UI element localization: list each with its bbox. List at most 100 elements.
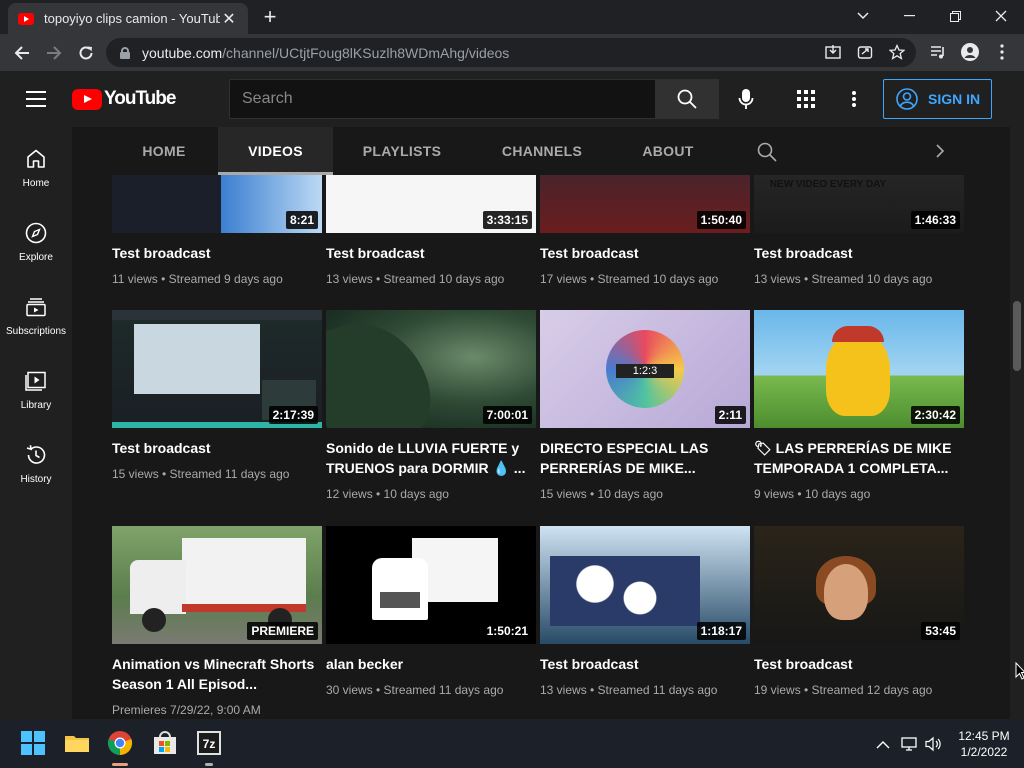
video-card[interactable]: 1:50:21 alan becker 30 views • Streamed … bbox=[326, 526, 536, 698]
video-thumbnail[interactable]: 3:33:15 bbox=[326, 175, 536, 233]
chrome-icon[interactable] bbox=[107, 730, 133, 756]
video-card[interactable]: 2:17:39 Test broadcast 15 views • Stream… bbox=[112, 310, 322, 482]
guide-label-explore: Explore bbox=[19, 252, 53, 263]
windows-start-icon[interactable] bbox=[20, 730, 46, 756]
chevron-right-icon[interactable] bbox=[930, 141, 950, 161]
browser-toolbar: youtube.com/channel/UCtjtFoug8lKSuzlh8WD… bbox=[0, 34, 1024, 71]
tab-videos[interactable]: VIDEOS bbox=[218, 127, 333, 175]
video-thumbnail[interactable]: 53:45 bbox=[754, 526, 964, 644]
new-tab-button[interactable]: + bbox=[258, 4, 282, 30]
video-title[interactable]: Test broadcast bbox=[754, 654, 964, 674]
video-thumbnail[interactable]: 2:30:42 bbox=[754, 310, 964, 428]
7zip-icon[interactable]: 7z bbox=[196, 730, 222, 756]
browser-menu-icon[interactable] bbox=[992, 42, 1012, 62]
forward-button[interactable] bbox=[40, 39, 68, 67]
install-app-icon[interactable] bbox=[823, 42, 843, 62]
guide-item-explore[interactable]: Explore bbox=[0, 205, 72, 279]
video-title[interactable]: Test broadcast bbox=[540, 654, 750, 674]
search-button[interactable] bbox=[655, 79, 719, 119]
video-title[interactable]: alan becker bbox=[326, 654, 536, 674]
share-icon[interactable] bbox=[855, 42, 875, 62]
bookmark-star-icon[interactable] bbox=[887, 42, 907, 62]
video-thumbnail[interactable]: 1:2:3 2:11 bbox=[540, 310, 750, 428]
video-thumbnail[interactable]: 1:18:17 bbox=[540, 526, 750, 644]
guide-item-subscriptions[interactable]: Subscriptions bbox=[0, 279, 72, 353]
guide-item-home[interactable]: Home bbox=[0, 131, 72, 205]
youtube-logo[interactable]: YouTube bbox=[72, 88, 176, 110]
settings-more-icon[interactable] bbox=[844, 89, 864, 109]
video-title[interactable]: Test broadcast bbox=[112, 243, 322, 263]
search-placeholder: Search bbox=[242, 90, 293, 107]
voice-search-button[interactable] bbox=[732, 85, 760, 113]
network-icon[interactable] bbox=[900, 735, 918, 753]
minimize-button[interactable] bbox=[886, 0, 932, 32]
microsoft-store-icon[interactable] bbox=[152, 730, 178, 756]
video-title[interactable]: DIRECTO ESPECIAL LAS PERRERÍAS DE MIKE..… bbox=[540, 438, 750, 478]
back-button[interactable] bbox=[8, 39, 36, 67]
restore-button[interactable] bbox=[932, 0, 978, 32]
tab-playlists[interactable]: PLAYLISTS bbox=[342, 127, 462, 175]
search-input[interactable]: Search bbox=[229, 79, 656, 119]
browser-tab-active[interactable]: topoyiyo clips camion - YouTube ✕ bbox=[8, 3, 248, 34]
7zip-running-indicator bbox=[205, 763, 213, 766]
video-thumbnail[interactable]: NEW VIDEO EVERY DAY 1:46:33 bbox=[754, 175, 964, 233]
video-card[interactable]: 7:00:01 Sonido de LLUVIA FUERTE y TRUENO… bbox=[326, 310, 536, 502]
video-title[interactable]: 🏷 LAS PERRERÍAS DE MIKE TEMPORADA 1 COMP… bbox=[754, 438, 964, 478]
tab-channels[interactable]: CHANNELS bbox=[482, 127, 602, 175]
video-thumbnail[interactable]: PREMIERE bbox=[112, 526, 322, 644]
media-control-icon[interactable] bbox=[928, 42, 948, 62]
guide-item-library[interactable]: Library bbox=[0, 353, 72, 427]
mini-guide: Home Explore Subscriptions Library Histo… bbox=[0, 127, 72, 719]
file-explorer-icon[interactable] bbox=[64, 730, 90, 756]
guide-menu-icon[interactable] bbox=[26, 91, 46, 107]
video-card[interactable]: 1:2:3 2:11 DIRECTO ESPECIAL LAS PERRERÍAS… bbox=[540, 310, 750, 502]
tab-close-icon[interactable]: ✕ bbox=[220, 9, 238, 29]
video-thumbnail[interactable]: 8:21 bbox=[112, 175, 322, 233]
video-title[interactable]: Sonido de LLUVIA FUERTE y TRUENOS para D… bbox=[326, 438, 536, 478]
tab-home[interactable]: HOME bbox=[110, 127, 218, 175]
channel-search-icon[interactable] bbox=[756, 141, 778, 163]
video-thumbnail[interactable]: 7:00:01 bbox=[326, 310, 536, 428]
video-title[interactable]: Animation vs Minecraft Shorts Season 1 A… bbox=[112, 654, 322, 694]
video-title[interactable]: Test broadcast bbox=[112, 438, 322, 458]
video-card[interactable]: 53:45 Test broadcast 19 views • Streamed… bbox=[754, 526, 964, 698]
video-thumbnail[interactable]: 2:17:39 bbox=[112, 310, 322, 428]
video-meta: 17 views • Streamed 10 days ago bbox=[540, 272, 719, 286]
guide-item-history[interactable]: History bbox=[0, 427, 72, 501]
video-title[interactable]: Test broadcast bbox=[326, 243, 536, 263]
youtube-masthead: YouTube Search SIGN IN bbox=[0, 71, 1024, 127]
tab-about[interactable]: ABOUT bbox=[622, 127, 714, 175]
tray-overflow-chevron-icon[interactable] bbox=[874, 735, 892, 753]
taskbar-clock[interactable]: 12:45 PM 1/2/2022 bbox=[950, 728, 1018, 760]
video-meta: 13 views • Streamed 11 days ago bbox=[540, 683, 718, 697]
video-title[interactable]: Test broadcast bbox=[540, 243, 750, 263]
address-bar[interactable]: youtube.com/channel/UCtjtFoug8lKSuzlh8WD… bbox=[106, 38, 916, 67]
video-meta: Premieres 7/29/22, 9:00 AM bbox=[112, 703, 261, 717]
video-card[interactable]: NEW VIDEO EVERY DAY 1:46:33 Test broadcas… bbox=[754, 175, 964, 287]
video-card[interactable]: 1:18:17 Test broadcast 13 views • Stream… bbox=[540, 526, 750, 698]
subscriptions-icon bbox=[26, 298, 46, 317]
video-thumbnail[interactable]: 1:50:40 bbox=[540, 175, 750, 233]
video-card[interactable]: 1:50:40 Test broadcast 17 views • Stream… bbox=[540, 175, 750, 287]
volume-icon[interactable] bbox=[924, 735, 942, 753]
video-card[interactable]: 2:30:42 🏷 LAS PERRERÍAS DE MIKE TEMPORAD… bbox=[754, 310, 964, 502]
video-card[interactable]: 3:33:15 Test broadcast 13 views • Stream… bbox=[326, 175, 536, 287]
video-card[interactable]: 8:21 Test broadcast 11 views • Streamed … bbox=[112, 175, 322, 287]
reload-button[interactable] bbox=[72, 39, 100, 67]
profile-icon[interactable] bbox=[960, 42, 980, 62]
video-meta: 30 views • Streamed 11 days ago bbox=[326, 683, 504, 697]
page-scrollbar[interactable] bbox=[1010, 127, 1024, 719]
apps-grid-icon[interactable] bbox=[796, 89, 816, 109]
sign-in-button[interactable]: SIGN IN bbox=[883, 79, 992, 119]
close-window-button[interactable] bbox=[978, 0, 1024, 32]
video-meta: 11 views • Streamed 9 days ago bbox=[112, 272, 283, 286]
scrollbar-thumb[interactable] bbox=[1013, 301, 1021, 371]
video-card[interactable]: PREMIERE Animation vs Minecraft Shorts S… bbox=[112, 526, 322, 718]
video-duration: 53:45 bbox=[921, 622, 960, 640]
youtube-wordmark: YouTube bbox=[104, 88, 176, 109]
history-icon bbox=[26, 445, 46, 464]
sign-in-label: SIGN IN bbox=[928, 91, 981, 107]
video-title[interactable]: Test broadcast bbox=[754, 243, 964, 263]
tab-search-dropdown-icon[interactable] bbox=[840, 0, 886, 32]
video-thumbnail[interactable]: 1:50:21 bbox=[326, 526, 536, 644]
